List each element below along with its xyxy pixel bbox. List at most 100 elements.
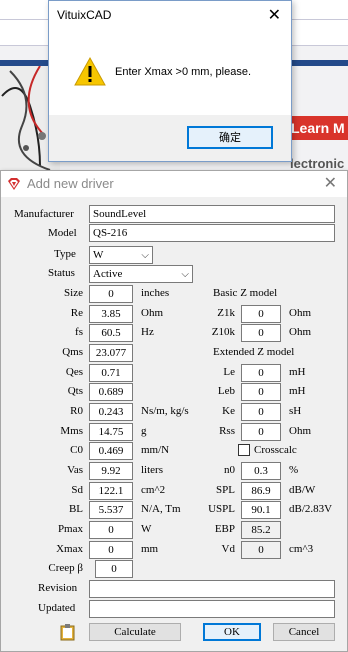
- message-box-title: VituixCAD: [57, 8, 112, 22]
- type-label: Type: [54, 248, 76, 260]
- crosscalc-checkbox[interactable]: [238, 444, 250, 456]
- param-label: Xmax: [56, 543, 83, 555]
- updated-field[interactable]: [89, 600, 335, 618]
- dialog-title: Add new driver: [27, 176, 114, 191]
- vd-field: 0: [241, 541, 281, 559]
- param-label: Pmax: [57, 523, 83, 535]
- param-unit: mm/N: [141, 444, 170, 456]
- confirm-button[interactable]: 确定: [187, 126, 273, 149]
- param-unit: liters: [141, 464, 163, 476]
- param-label: Vas: [67, 464, 83, 476]
- manufacturer-field[interactable]: SoundLevel: [89, 205, 335, 223]
- extended-z-heading: Extended Z model: [213, 346, 295, 358]
- message-box: VituixCAD ✕ Enter Xmax >0 mm, please. 确定: [48, 0, 292, 162]
- param-unit: dB/2.83V: [289, 503, 333, 515]
- param-label: EBP: [214, 523, 235, 535]
- param-unit: mm: [141, 543, 159, 555]
- model-field[interactable]: QS-216: [89, 224, 335, 242]
- param-label: fs: [75, 326, 83, 338]
- creep-field[interactable]: 0: [95, 560, 133, 578]
- param-unit: Hz: [141, 326, 154, 338]
- param-label: USPL: [208, 503, 235, 515]
- param-unit: N/A, Tm: [141, 503, 181, 515]
- param-unit: dB/W: [289, 484, 316, 496]
- param-label: Leb: [217, 385, 235, 397]
- basic-z-heading: Basic Z model: [213, 287, 278, 299]
- param-label: Le: [223, 366, 235, 378]
- param-unit: cm^3: [289, 543, 314, 555]
- dialog-titlebar: Add new driver ✕: [1, 171, 347, 197]
- size-field[interactable]: 0: [89, 285, 133, 303]
- spl-field[interactable]: 86.9: [241, 482, 281, 500]
- param-unit: mH: [289, 385, 306, 397]
- status-value: Active: [93, 268, 123, 280]
- param-unit: cm^2: [141, 484, 166, 496]
- param-label: Re: [70, 307, 83, 319]
- param-label: Z10k: [211, 326, 235, 338]
- bl-field[interactable]: 5.537: [89, 501, 133, 519]
- close-icon[interactable]: ✕: [324, 173, 337, 192]
- message-text: Enter Xmax >0 mm, please.: [115, 66, 252, 78]
- z10k-field[interactable]: 0: [241, 324, 281, 342]
- param-label: Mms: [60, 425, 83, 437]
- z1k-field[interactable]: 0: [241, 305, 281, 323]
- learn-more-button[interactable]: Learn M: [286, 116, 348, 140]
- sd-field[interactable]: 122.1: [89, 482, 133, 500]
- param-label: SPL: [216, 484, 235, 496]
- qms-field[interactable]: 23.077: [89, 344, 133, 362]
- status-select[interactable]: Active ⌵: [89, 265, 193, 283]
- revision-label: Revision: [38, 582, 78, 594]
- param-label: Z1k: [217, 307, 235, 319]
- message-box-titlebar: VituixCAD ✕: [49, 1, 291, 31]
- updated-label: Updated: [38, 602, 76, 614]
- param-unit: g: [141, 425, 147, 437]
- param-label: n0: [224, 464, 235, 476]
- le-field[interactable]: 0: [241, 364, 281, 382]
- param-label: Size: [64, 287, 83, 299]
- param-unit: sH: [289, 405, 302, 417]
- background-text: lectronic: [290, 156, 345, 171]
- param-label: R0: [70, 405, 83, 417]
- param-unit: Ns/m, kg/s: [141, 405, 189, 417]
- close-icon[interactable]: ✕: [268, 5, 281, 24]
- rss-field[interactable]: 0: [241, 423, 281, 441]
- leb-field[interactable]: 0: [241, 383, 281, 401]
- xmax-field[interactable]: 0: [89, 541, 133, 559]
- param-label: Creep β: [48, 562, 83, 574]
- n0-field[interactable]: 0.3: [241, 462, 281, 480]
- qes-field[interactable]: 0.71: [89, 364, 133, 382]
- param-label: Sd: [71, 484, 83, 496]
- clipboard-icon[interactable]: [59, 623, 77, 641]
- param-label: Qms: [62, 346, 83, 358]
- mms-field[interactable]: 14.75: [89, 423, 133, 441]
- param-unit: Ohm: [289, 307, 311, 319]
- revision-field[interactable]: [89, 580, 335, 598]
- fs-field[interactable]: 60.5: [89, 324, 133, 342]
- param-label: BL: [68, 503, 83, 515]
- re-field[interactable]: 3.85: [89, 305, 133, 323]
- param-unit: Ohm: [289, 326, 311, 338]
- param-unit: Ohm: [141, 307, 163, 319]
- calculate-button[interactable]: Calculate: [89, 623, 181, 641]
- param-label: C0: [70, 444, 83, 456]
- cancel-button[interactable]: Cancel: [273, 623, 335, 641]
- param-unit: W: [141, 523, 152, 535]
- param-unit: mH: [289, 366, 306, 378]
- status-label: Status: [48, 267, 75, 279]
- ebp-field: 85.2: [241, 521, 281, 539]
- ke-field[interactable]: 0: [241, 403, 281, 421]
- message-box-footer: 确定: [49, 115, 291, 161]
- r0-field[interactable]: 0.243: [89, 403, 133, 421]
- warning-icon: [74, 56, 106, 86]
- model-label: Model: [48, 227, 77, 239]
- ok-button[interactable]: OK: [203, 623, 261, 641]
- qts-field[interactable]: 0.689: [89, 383, 133, 401]
- vas-field[interactable]: 9.92: [89, 462, 133, 480]
- c0-field[interactable]: 0.469: [89, 442, 133, 460]
- chevron-down-icon: ⌵: [181, 269, 189, 280]
- param-label: Qts: [67, 385, 83, 397]
- type-select[interactable]: W ⌵: [89, 246, 153, 264]
- add-driver-dialog: Add new driver ✕ Manufacturer SoundLevel…: [0, 170, 348, 652]
- pmax-field[interactable]: 0: [89, 521, 133, 539]
- uspl-field[interactable]: 90.1: [241, 501, 281, 519]
